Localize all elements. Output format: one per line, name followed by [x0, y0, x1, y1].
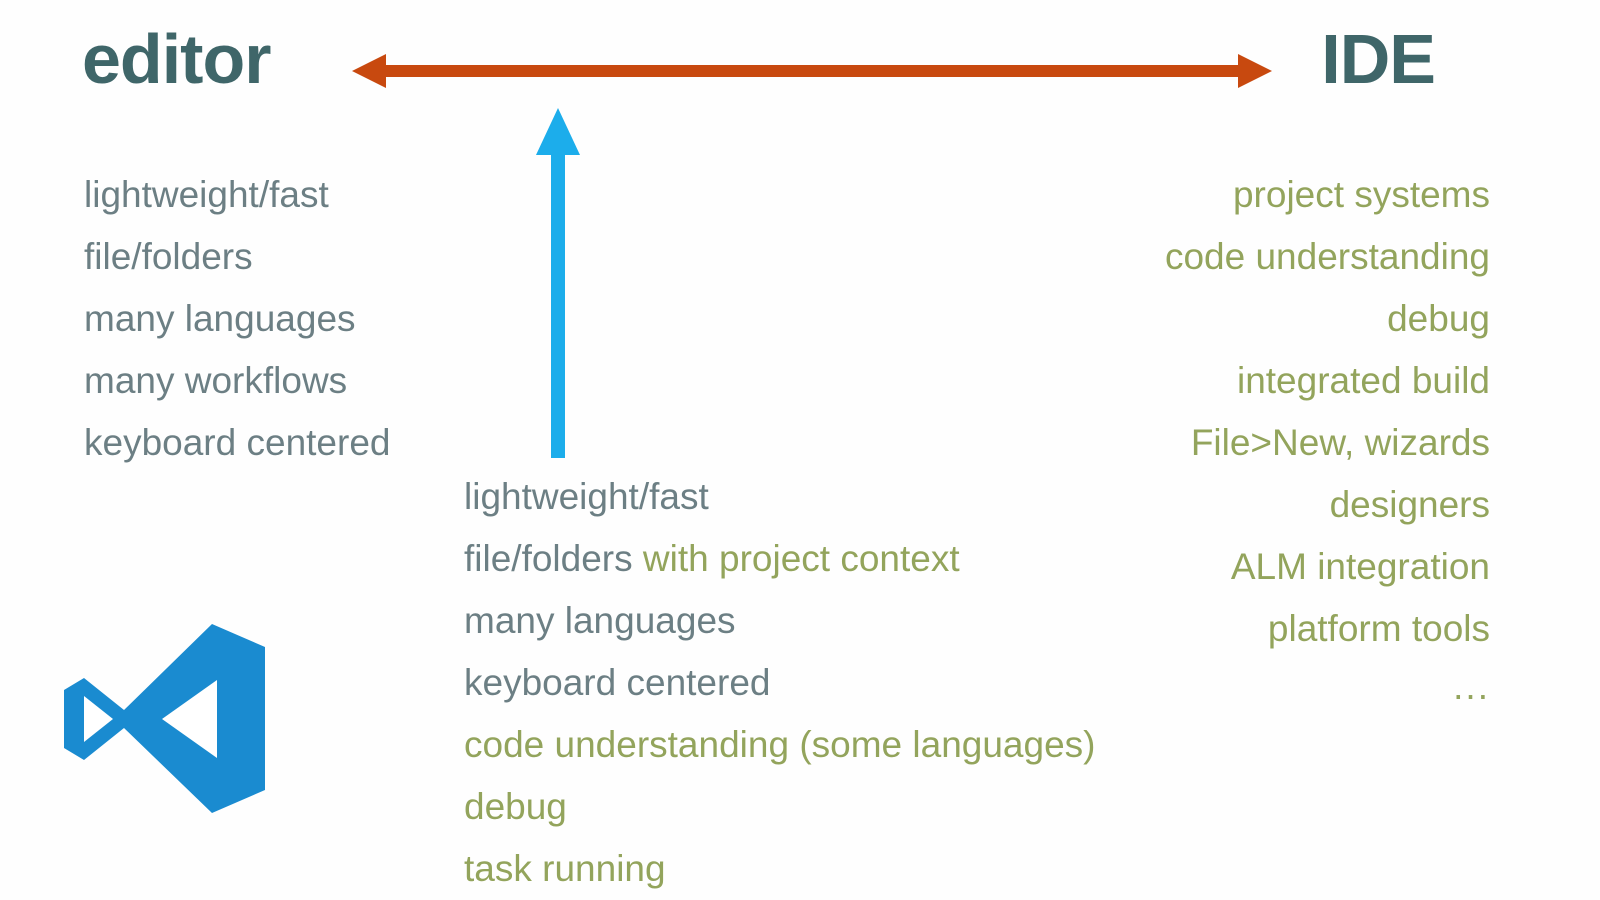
slide-canvas: editor IDE lightweight/fast file/folders… [0, 0, 1600, 900]
list-item: code understanding [1164, 236, 1490, 277]
ide-list-ellipsis: ... [1453, 666, 1490, 707]
list-item: debug [1387, 298, 1490, 339]
vscode-attribute-list: lightweight/fast file/folders with proje… [464, 466, 1095, 900]
list-item: project systems [1232, 174, 1490, 215]
list-item-part: task running [464, 848, 666, 889]
spectrum-double-arrow-icon [352, 49, 1272, 93]
list-item: platform tools [1267, 608, 1490, 649]
list-item-part: code understanding (some languages) [464, 724, 1096, 765]
list-item: ALM integration [1230, 546, 1490, 587]
list-item-part: many languages [464, 600, 736, 641]
list-item-part: lightweight/fast [464, 476, 709, 517]
list-item: many workflows [84, 360, 348, 401]
list-item: debug [464, 776, 1095, 838]
list-item-part: keyboard centered [464, 662, 771, 703]
list-item: File>New, wizards [1190, 422, 1490, 463]
list-item-part: with project context [642, 538, 960, 579]
visual-studio-code-logo-icon [62, 618, 267, 818]
list-item: designers [1329, 484, 1490, 525]
editor-attribute-list: lightweight/fast file/folders many langu… [84, 164, 390, 474]
list-item: lightweight/fast [84, 174, 329, 215]
list-item: file/folders with project context [464, 528, 1095, 590]
list-item-part: file/folders [464, 538, 643, 579]
list-item: keyboard centered [84, 422, 391, 463]
list-item: many languages [84, 298, 356, 339]
list-item: integrated build [1236, 360, 1490, 401]
list-item: keyboard centered [464, 652, 1095, 714]
list-item: many languages [464, 590, 1095, 652]
list-item: file/folders [84, 236, 253, 277]
ide-attribute-list: project systems code understanding debug… [1165, 164, 1490, 660]
list-item: task running [464, 838, 1095, 900]
list-item-part: debug [464, 786, 567, 827]
positioning-up-arrow-icon [532, 108, 584, 458]
list-item: code understanding (some languages) [464, 714, 1095, 776]
list-item: lightweight/fast [464, 466, 1095, 528]
heading-editor: editor [82, 20, 271, 98]
heading-ide: IDE [1321, 20, 1436, 98]
